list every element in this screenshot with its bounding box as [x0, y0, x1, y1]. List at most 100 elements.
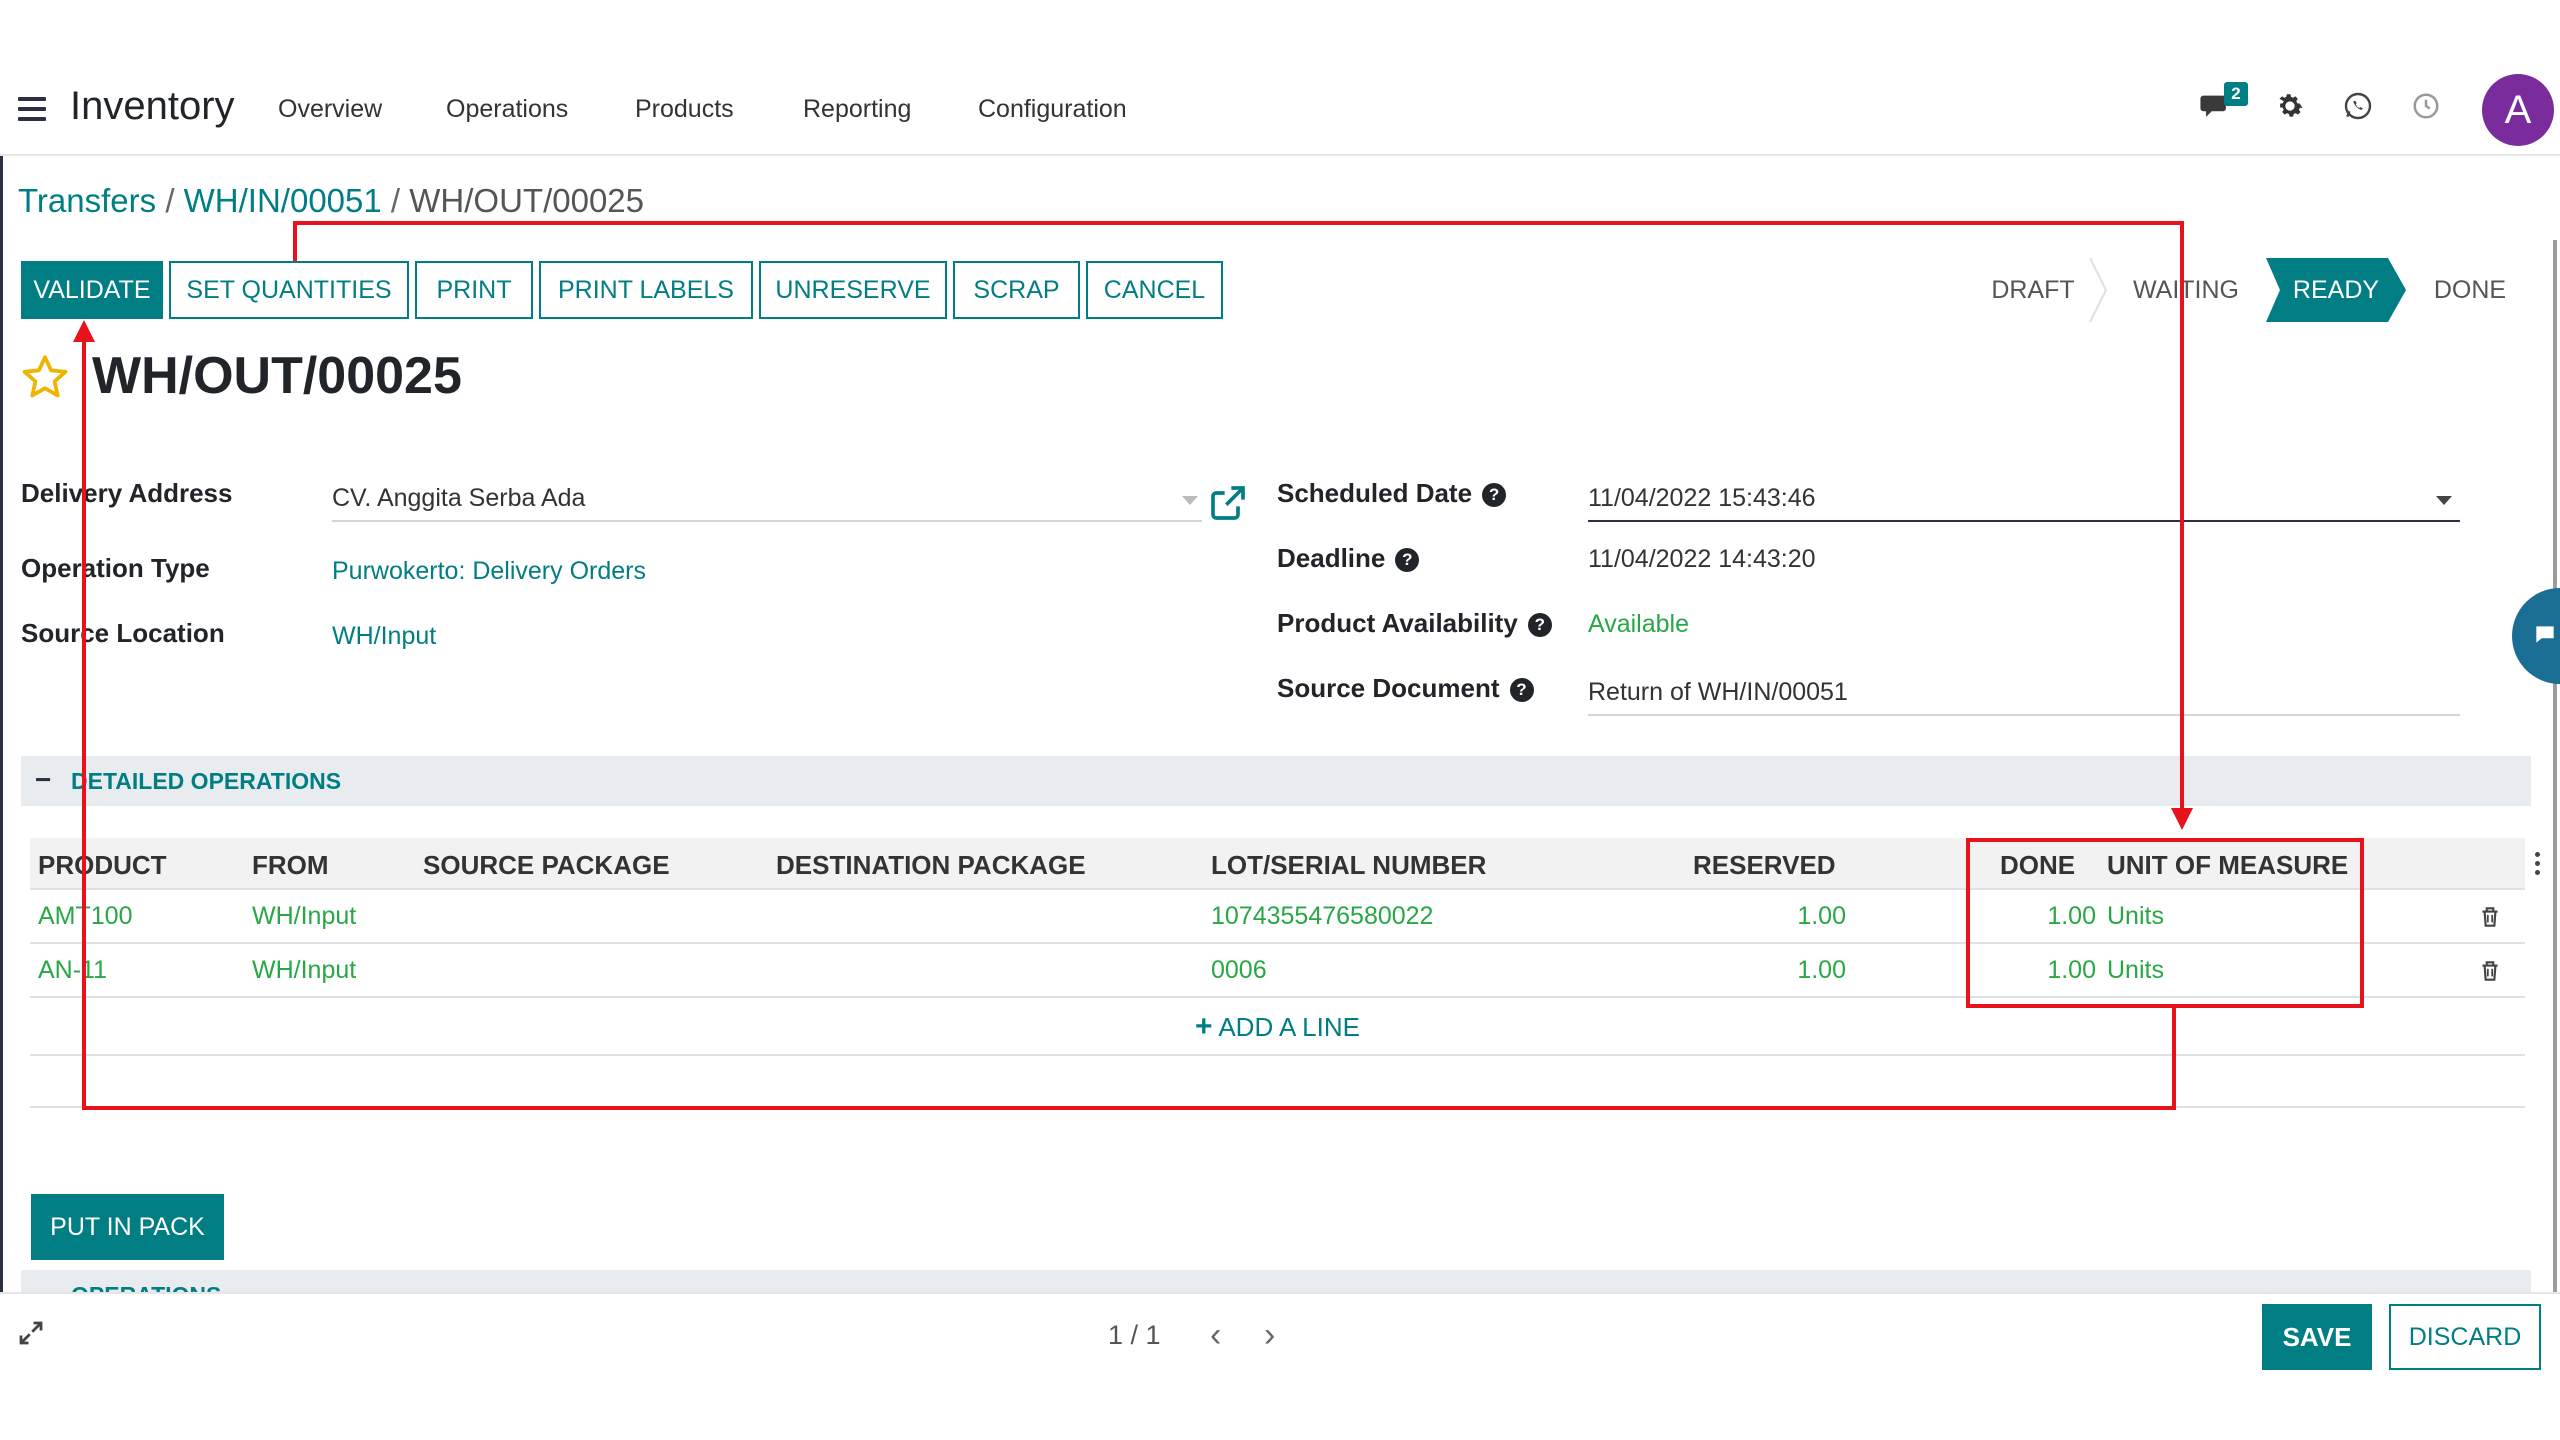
- breadcrumb-current: WH/OUT/00025: [409, 182, 645, 219]
- annotation-line: [293, 221, 297, 261]
- settings-gear-icon[interactable]: [2270, 90, 2310, 130]
- scheduled-date-underline: [1588, 520, 2460, 522]
- breadcrumb-receipt[interactable]: WH/IN/00051: [184, 182, 382, 219]
- delivery-address-underline: [332, 520, 1202, 522]
- source-location-link[interactable]: WH/Input: [332, 622, 436, 651]
- annotation-line: [293, 221, 2184, 225]
- source-document-field[interactable]: Return of WH/IN/00051: [1588, 678, 1848, 707]
- annotation-arrow-up: [73, 320, 95, 342]
- external-link-icon[interactable]: [1208, 483, 1248, 523]
- menu-operations[interactable]: Operations: [446, 95, 568, 124]
- activity-clock-icon[interactable]: [2406, 90, 2446, 130]
- help-icon[interactable]: ?: [1527, 613, 1552, 637]
- discard-button[interactable]: DISCARD: [2389, 1304, 2541, 1370]
- delete-trash-icon[interactable]: [2477, 902, 2503, 932]
- print-labels-button[interactable]: PRINT LABELS: [539, 261, 753, 319]
- delivery-address-field[interactable]: CV. Anggita Serba Ada: [332, 484, 585, 513]
- status-divider: [2089, 258, 2108, 322]
- row-from[interactable]: WH/Input: [252, 902, 356, 931]
- chevron-down-icon[interactable]: [2436, 496, 2452, 505]
- source-document-underline: [1588, 714, 2460, 716]
- status-ready[interactable]: READY: [2266, 258, 2406, 322]
- column-source-package[interactable]: SOURCE PACKAGE: [423, 850, 670, 881]
- scheduled-date-label-text: Scheduled Date: [1277, 478, 1473, 508]
- form-footer: 1 / 1 ‹ › SAVE DISCARD: [0, 1292, 2560, 1377]
- message-count-badge: 2: [2224, 82, 2248, 106]
- source-document-label: Source Document?: [1277, 673, 1534, 704]
- breadcrumb-transfers[interactable]: Transfers: [18, 182, 156, 219]
- row-from[interactable]: WH/Input: [252, 956, 356, 985]
- detailed-operations-title[interactable]: DETAILED OPERATIONS: [71, 768, 341, 795]
- collapse-minus-icon[interactable]: −: [35, 766, 51, 794]
- print-button[interactable]: PRINT: [415, 261, 533, 319]
- column-destination-package[interactable]: DESTINATION PACKAGE: [776, 850, 1086, 881]
- column-from[interactable]: FROM: [252, 850, 329, 881]
- help-icon[interactable]: ?: [1509, 678, 1534, 702]
- product-availability-value: Available: [1588, 610, 1690, 638]
- detailed-operations-header[interactable]: − DETAILED OPERATIONS: [21, 756, 2531, 806]
- optional-columns-icon[interactable]: [2535, 852, 2541, 879]
- status-draft[interactable]: DRAFT: [1968, 258, 2098, 322]
- cancel-button[interactable]: CANCEL: [1086, 261, 1223, 319]
- help-icon[interactable]: ?: [1395, 548, 1420, 572]
- delete-trash-icon[interactable]: [2477, 956, 2503, 986]
- operations-section-title[interactable]: OPERATIONS: [71, 1282, 221, 1292]
- vertical-scrollbar[interactable]: [2553, 240, 2557, 1370]
- expand-icon[interactable]: [16, 1318, 46, 1348]
- annotation-arrow-down: [2171, 808, 2193, 830]
- annotation-line: [82, 340, 86, 1110]
- scheduled-date-field[interactable]: 11/04/2022 15:43:46: [1588, 484, 1816, 513]
- deadline-label: Deadline?: [1277, 543, 1420, 574]
- user-avatar[interactable]: A: [2482, 74, 2554, 146]
- operation-type-label: Operation Type: [21, 553, 210, 583]
- pager-value[interactable]: 1 / 1: [1108, 1320, 1161, 1351]
- scrap-button[interactable]: SCRAP: [953, 261, 1080, 319]
- menu-toggle-icon[interactable]: [18, 97, 46, 121]
- top-navbar: Inventory Overview Operations Products R…: [0, 62, 2560, 156]
- menu-overview[interactable]: Overview: [278, 95, 382, 124]
- breadcrumb-separator: /: [165, 182, 175, 219]
- set-quantities-button[interactable]: SET QUANTITIES: [169, 261, 409, 319]
- row-reserved: 1.00: [1797, 956, 1846, 984]
- screen-bottom-margin: [0, 1377, 2560, 1440]
- row-lot-serial[interactable]: 1074355476580022: [1211, 902, 1433, 931]
- menu-reporting[interactable]: Reporting: [803, 95, 911, 124]
- deadline-value: 11/04/2022 14:43:20: [1588, 545, 1816, 573]
- annotation-line: [2180, 221, 2184, 813]
- menu-products[interactable]: Products: [635, 95, 734, 124]
- record-title: WH/OUT/00025: [92, 347, 462, 405]
- save-button[interactable]: SAVE: [2262, 1304, 2372, 1370]
- operation-type-link[interactable]: Purwokerto: Delivery Orders: [332, 557, 646, 586]
- validate-button[interactable]: VALIDATE: [21, 261, 163, 319]
- column-reserved[interactable]: RESERVED: [1693, 850, 1836, 881]
- column-product[interactable]: PRODUCT: [38, 850, 167, 881]
- menu-configuration[interactable]: Configuration: [978, 95, 1127, 124]
- delivery-address-label: Delivery Address: [21, 478, 233, 508]
- breadcrumb-separator: /: [390, 182, 401, 219]
- empty-table-row: [30, 1056, 2525, 1108]
- help-icon[interactable]: ?: [1482, 483, 1507, 507]
- operations-section-header[interactable]: OPERATIONS: [21, 1270, 2531, 1292]
- put-in-pack-button[interactable]: PUT IN PACK: [31, 1194, 224, 1260]
- annotation-line: [2172, 1008, 2176, 1110]
- annotation-line: [82, 1106, 2176, 1110]
- row-product[interactable]: AN-11: [38, 956, 107, 985]
- product-availability-label: Product Availability?: [1277, 608, 1552, 639]
- previous-record-icon[interactable]: ‹: [1210, 1316, 1221, 1355]
- favorite-star-icon[interactable]: [20, 352, 70, 402]
- status-done[interactable]: DONE: [2410, 258, 2530, 322]
- unreserve-button[interactable]: UNRESERVE: [759, 261, 947, 319]
- column-lot-serial[interactable]: LOT/SERIAL NUMBER: [1211, 850, 1486, 881]
- app-title[interactable]: Inventory: [70, 84, 235, 129]
- chevron-down-icon[interactable]: [1182, 496, 1198, 505]
- row-lot-serial[interactable]: 0006: [1211, 956, 1267, 985]
- whatsapp-icon[interactable]: [2338, 90, 2378, 130]
- screen-top-margin: [0, 0, 2560, 62]
- source-document-label-text: Source Document: [1277, 673, 1500, 703]
- product-availability-label-text: Product Availability: [1277, 608, 1518, 638]
- status-waiting[interactable]: WAITING: [2108, 258, 2264, 322]
- next-record-icon[interactable]: ›: [1264, 1316, 1275, 1355]
- row-reserved: 1.00: [1797, 902, 1846, 930]
- annotation-highlight-box: [1966, 838, 2364, 1008]
- scheduled-date-label: Scheduled Date?: [1277, 478, 1507, 509]
